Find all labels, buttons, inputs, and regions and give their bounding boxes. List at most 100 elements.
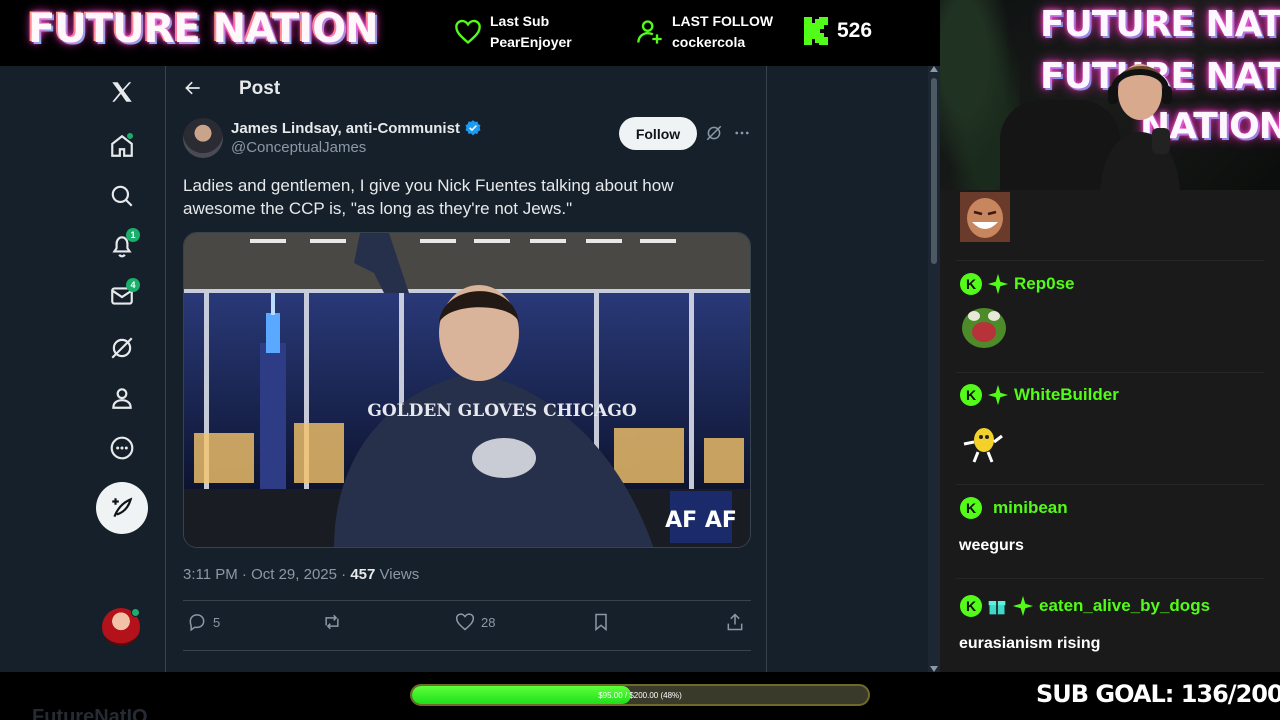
post-video[interactable]: GOLDEN GLOVES CHICAGO AF AF (183, 232, 751, 548)
chat-username[interactable]: WhiteBuilder (1014, 385, 1119, 405)
reply-icon (189, 614, 205, 632)
streamer-figure (1100, 64, 1180, 190)
x-browser-area: 1 4 Post James Lindsay, anti-Communist @… (0, 66, 940, 672)
chat-separator (956, 484, 1264, 485)
stream-chat: K Rep0se K WhiteBuilder K minibean weegu… (940, 190, 1280, 672)
views-count: 457 (350, 566, 376, 583)
progress-text: $95.00 / $200.00 (48%) (598, 690, 682, 700)
sidebar-item-notifications[interactable]: 1 (104, 228, 140, 264)
chat-message-header: K eaten_alive_by_dogs (960, 595, 1210, 617)
sparkle-badge-icon (987, 273, 1009, 295)
more-circle-icon (110, 436, 134, 460)
reply-count: 5 (213, 614, 221, 630)
compose-post-button[interactable] (96, 482, 148, 534)
post-column: Post James Lindsay, anti-Communist @Conc… (167, 66, 767, 672)
last-follow-label: LAST FOLLOW (672, 13, 774, 29)
video-frame: GOLDEN GLOVES CHICAGO AF AF (184, 233, 750, 547)
chat-username[interactable]: minibean (993, 498, 1068, 518)
heart-icon (455, 613, 475, 631)
gift-badge-icon (988, 601, 1006, 615)
scroll-thumb[interactable] (931, 78, 937, 264)
laughing-face-emote (960, 192, 1010, 242)
sub-goal-progress-bar: $95.00 / $200.00 (48%) (410, 684, 870, 706)
back-button[interactable] (183, 78, 203, 103)
share-button[interactable] (725, 612, 745, 632)
chat-message-header: K minibean (960, 497, 1068, 519)
background-ghost-text: FutureNatIO (32, 706, 148, 720)
post-header: Post (167, 66, 767, 112)
brand-logo: FUTURE NATION (28, 6, 379, 52)
post-timestamp[interactable]: 3:11 PM · Oct 29, 2025 · (183, 566, 350, 583)
repost-button[interactable] (321, 612, 349, 632)
follow-button[interactable]: Follow (619, 117, 697, 150)
kick-badge-icon: K (960, 273, 982, 295)
kick-follower-count: 526 (804, 17, 872, 45)
verified-badge-icon (465, 120, 481, 136)
notifications-badge: 1 (126, 228, 140, 242)
sidebar-item-profile[interactable] (104, 380, 140, 416)
x-logo-link[interactable] (104, 74, 140, 110)
post-text: Ladies and gentlemen, I give you Nick Fu… (183, 176, 674, 218)
chat-message-text: weegurs (959, 537, 1024, 554)
bookmark-icon (595, 613, 607, 632)
sidebar-item-grok[interactable] (104, 330, 140, 366)
video-logo: AF AF (665, 508, 737, 533)
author-handle[interactable]: @ConceptualJames (231, 139, 366, 156)
chat-message-header: K Rep0se (960, 273, 1074, 295)
views-label: Views (375, 566, 420, 583)
meta-divider (183, 600, 751, 601)
sparkle-badge-icon (987, 384, 1009, 406)
stream-top-bar: FUTURE NATION Last Sub PearEnjoyer LAST … (0, 0, 940, 66)
sidebar-item-more[interactable] (104, 430, 140, 466)
x-logo-icon (112, 82, 132, 102)
chat-separator (956, 260, 1264, 261)
post-more-button[interactable] (733, 124, 751, 147)
stream-bottom-bar: FutureNatIO $95.00 / $200.00 (48%) SUB G… (0, 672, 1280, 720)
chat-username[interactable]: eaten_alive_by_dogs (1039, 596, 1210, 616)
reply-button[interactable]: 5 (187, 612, 220, 632)
last-sub-value: PearEnjoyer (490, 34, 572, 50)
grok-icon (706, 125, 722, 141)
scroll-up-arrow-icon[interactable] (930, 66, 938, 72)
more-horizontal-icon (735, 131, 749, 135)
page-title: Post (239, 78, 281, 99)
page-scrollbar[interactable] (928, 66, 940, 672)
bookmark-button[interactable] (591, 612, 611, 632)
like-count: 28 (481, 614, 496, 630)
person-icon (112, 388, 132, 409)
chat-username[interactable]: Rep0se (1014, 274, 1074, 294)
neon-sign-line-1: FUTURE NATION (1040, 4, 1280, 45)
pepe-scream-emote (962, 308, 1006, 348)
arrow-left-icon (185, 81, 200, 95)
author-name-link[interactable]: James Lindsay, anti-Communist (231, 119, 482, 137)
author-avatar[interactable] (183, 118, 223, 158)
sidebar-item-explore[interactable] (104, 178, 140, 214)
post-action-bar: 5 28 (183, 612, 751, 638)
kick-badge-icon: K (960, 595, 982, 617)
webcam-feed: FUTURE NATION FUTURE NATION NATION (940, 0, 1280, 190)
chat-message-header: K WhiteBuilder (960, 384, 1119, 406)
x-sidebar-nav: 1 4 (0, 66, 166, 672)
chat-separator (956, 578, 1264, 579)
last-sub-label: Last Sub (490, 13, 550, 29)
like-button[interactable]: 28 (455, 612, 495, 632)
kick-badge-icon: K (960, 384, 982, 406)
actions-divider (183, 650, 751, 651)
grok-icon (111, 337, 133, 359)
dancing-candy-emote (963, 428, 1003, 463)
kick-badge-icon: K (960, 497, 982, 519)
grok-explain-button[interactable] (705, 124, 723, 147)
repost-icon (325, 614, 339, 630)
home-unread-dot (126, 132, 134, 140)
kick-count: 526 (837, 19, 873, 42)
sidebar-item-messages[interactable]: 4 (104, 278, 140, 314)
hoodie-text: GOLDEN GLOVES CHICAGO (367, 401, 637, 421)
user-add-icon (637, 20, 662, 44)
account-avatar[interactable] (102, 608, 140, 646)
last-follow-widget: LAST FOLLOW cockercola (636, 11, 773, 53)
last-sub-widget: Last Sub PearEnjoyer (454, 11, 572, 53)
post-meta: 3:11 PM · Oct 29, 2025 · 457 Views (183, 566, 419, 583)
sidebar-item-home[interactable] (104, 128, 140, 164)
sub-goal-label: SUB GOAL: 136/200 (1036, 680, 1280, 708)
kick-logo-icon (804, 17, 828, 45)
